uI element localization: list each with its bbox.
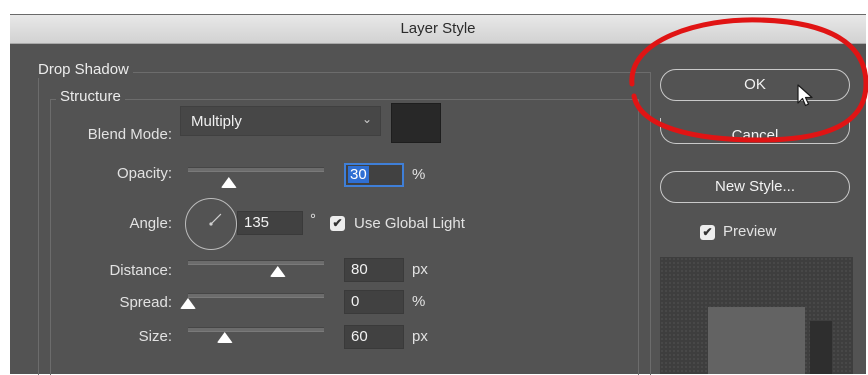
size-input[interactable]: 60: [344, 325, 404, 349]
size-label: Size:: [138, 328, 172, 345]
spread-unit: %: [412, 293, 426, 310]
distance-slider[interactable]: [188, 260, 324, 265]
blend-mode-value: Multiply: [191, 113, 242, 130]
layer-style-dialog: Layer Style Drop Shadow Structure Blend …: [10, 14, 866, 375]
blend-mode-select[interactable]: Multiply ⌄: [180, 106, 381, 136]
structure-heading: Structure: [56, 88, 125, 105]
opacity-unit: %: [412, 166, 426, 183]
distance-label: Distance:: [109, 262, 172, 279]
size-unit: px: [412, 328, 428, 345]
preview-layer: [708, 307, 805, 374]
angle-dial[interactable]: [185, 198, 237, 250]
use-global-light-label[interactable]: Use Global Light: [354, 215, 465, 232]
opacity-label: Opacity:: [116, 165, 172, 182]
dialog-title: Layer Style: [10, 15, 866, 44]
opacity-value: 30: [348, 166, 369, 183]
angle-input[interactable]: 135: [237, 211, 303, 235]
spread-input[interactable]: 0: [344, 290, 404, 314]
new-style-button[interactable]: New Style...: [660, 171, 850, 203]
angle-label: Angle:: [129, 215, 172, 232]
shadow-color-swatch[interactable]: [391, 103, 441, 143]
drop-shadow-heading: Drop Shadow: [34, 61, 133, 78]
ok-button[interactable]: OK: [660, 69, 850, 101]
spread-label: Spread:: [119, 294, 172, 311]
cancel-button[interactable]: Cancel: [660, 118, 850, 144]
angle-dial-needle: [209, 213, 222, 226]
opacity-input[interactable]: 30: [344, 163, 404, 187]
distance-input[interactable]: 80: [344, 258, 404, 282]
mouse-cursor-icon: [797, 84, 813, 107]
preview-checkbox[interactable]: ✔: [700, 225, 715, 240]
preview-shadow: [810, 321, 832, 374]
angle-unit: °: [310, 211, 316, 228]
preview-label[interactable]: Preview: [723, 223, 776, 240]
size-slider[interactable]: [188, 327, 324, 332]
chevron-down-icon: ⌄: [361, 112, 372, 126]
opacity-slider[interactable]: [188, 167, 324, 172]
preview-thumbnail: [660, 257, 853, 374]
blend-mode-label: Blend Mode:: [87, 126, 172, 143]
use-global-light-checkbox[interactable]: ✔: [330, 216, 345, 231]
spread-slider[interactable]: [188, 293, 324, 298]
distance-unit: px: [412, 261, 428, 278]
